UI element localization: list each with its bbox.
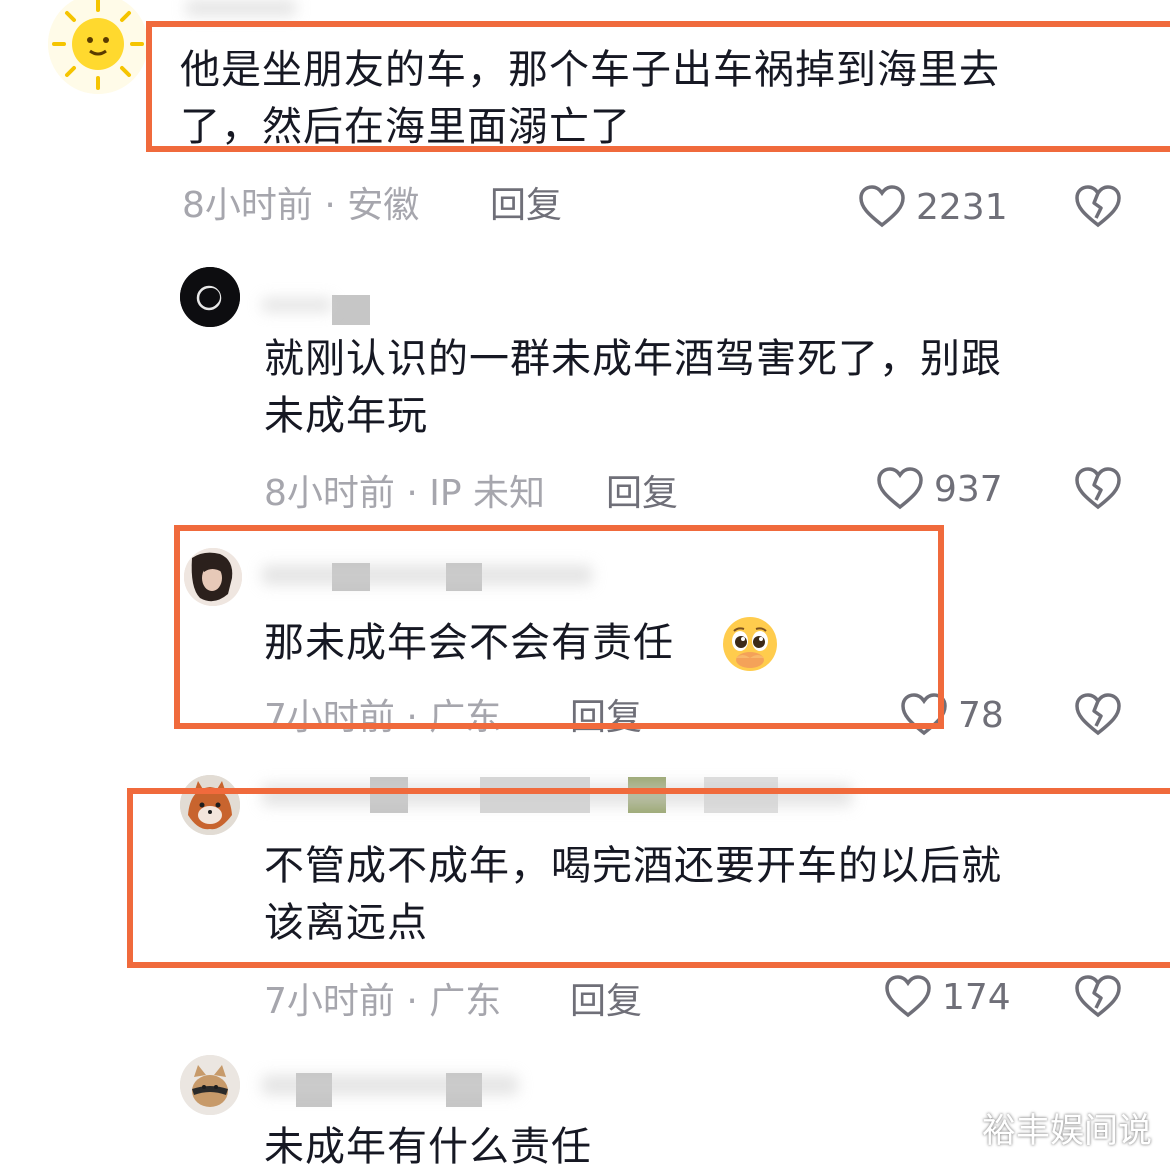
broken-heart-icon[interactable]: [1074, 466, 1122, 510]
heart-outline-icon[interactable]: [884, 974, 932, 1018]
avatar[interactable]: [180, 1055, 240, 1115]
username-redacted: [262, 1075, 518, 1095]
comment-text: 未成年有什么责任: [264, 1124, 592, 1170]
heart-outline-icon[interactable]: [900, 692, 948, 736]
broken-heart-icon[interactable]: [1074, 692, 1122, 736]
avatar[interactable]: [180, 267, 240, 327]
reply-button[interactable]: 回复: [490, 186, 562, 226]
watermark: 裕丰娱间说: [982, 1111, 1152, 1151]
avatar[interactable]: [184, 548, 242, 606]
broken-heart-icon[interactable]: [1074, 974, 1122, 1018]
comment-text: 他是坐朋友的车，那个车子出车祸掉到海里去 了，然后在海里面溺亡了: [180, 47, 1000, 150]
username-redacted: [186, 0, 296, 16]
username-redacted: [262, 298, 332, 312]
comment-time-location: 8小时前 · 安徽: [182, 185, 420, 226]
comment-time-location: 7小时前 · 广东: [264, 697, 502, 738]
heart-outline-icon[interactable]: [858, 184, 906, 228]
avatar[interactable]: [180, 775, 240, 835]
comment-time-location: 8小时前 · IP 未知: [264, 473, 546, 514]
username-redacted: [262, 784, 852, 806]
reply-button[interactable]: 回复: [606, 474, 678, 514]
comment-text: 不管成不成年，喝完酒还要开车的以后就 该离远点: [264, 843, 1002, 946]
like-count: 2231: [916, 187, 1008, 228]
heart-outline-icon[interactable]: [876, 466, 924, 510]
comment-time-location: 7小时前 · 广东: [264, 981, 502, 1022]
avatar[interactable]: [48, 0, 148, 94]
like-count: 174: [942, 977, 1011, 1018]
text-crop-mask: [150, 148, 1170, 170]
reply-button[interactable]: 回复: [570, 982, 642, 1022]
comment-text: 就刚认识的一群未成年酒驾害死了，别跟 未成年玩: [264, 336, 1002, 439]
reply-button[interactable]: 回复: [570, 698, 642, 738]
like-count: 937: [934, 469, 1003, 510]
pleading-face-emoji: [720, 614, 780, 674]
comment-text: 那未成年会不会有责任: [264, 620, 674, 666]
username-redacted: [262, 565, 592, 585]
username-redacted: [332, 295, 370, 325]
broken-heart-icon[interactable]: [1074, 184, 1122, 228]
like-count: 78: [958, 695, 1004, 736]
